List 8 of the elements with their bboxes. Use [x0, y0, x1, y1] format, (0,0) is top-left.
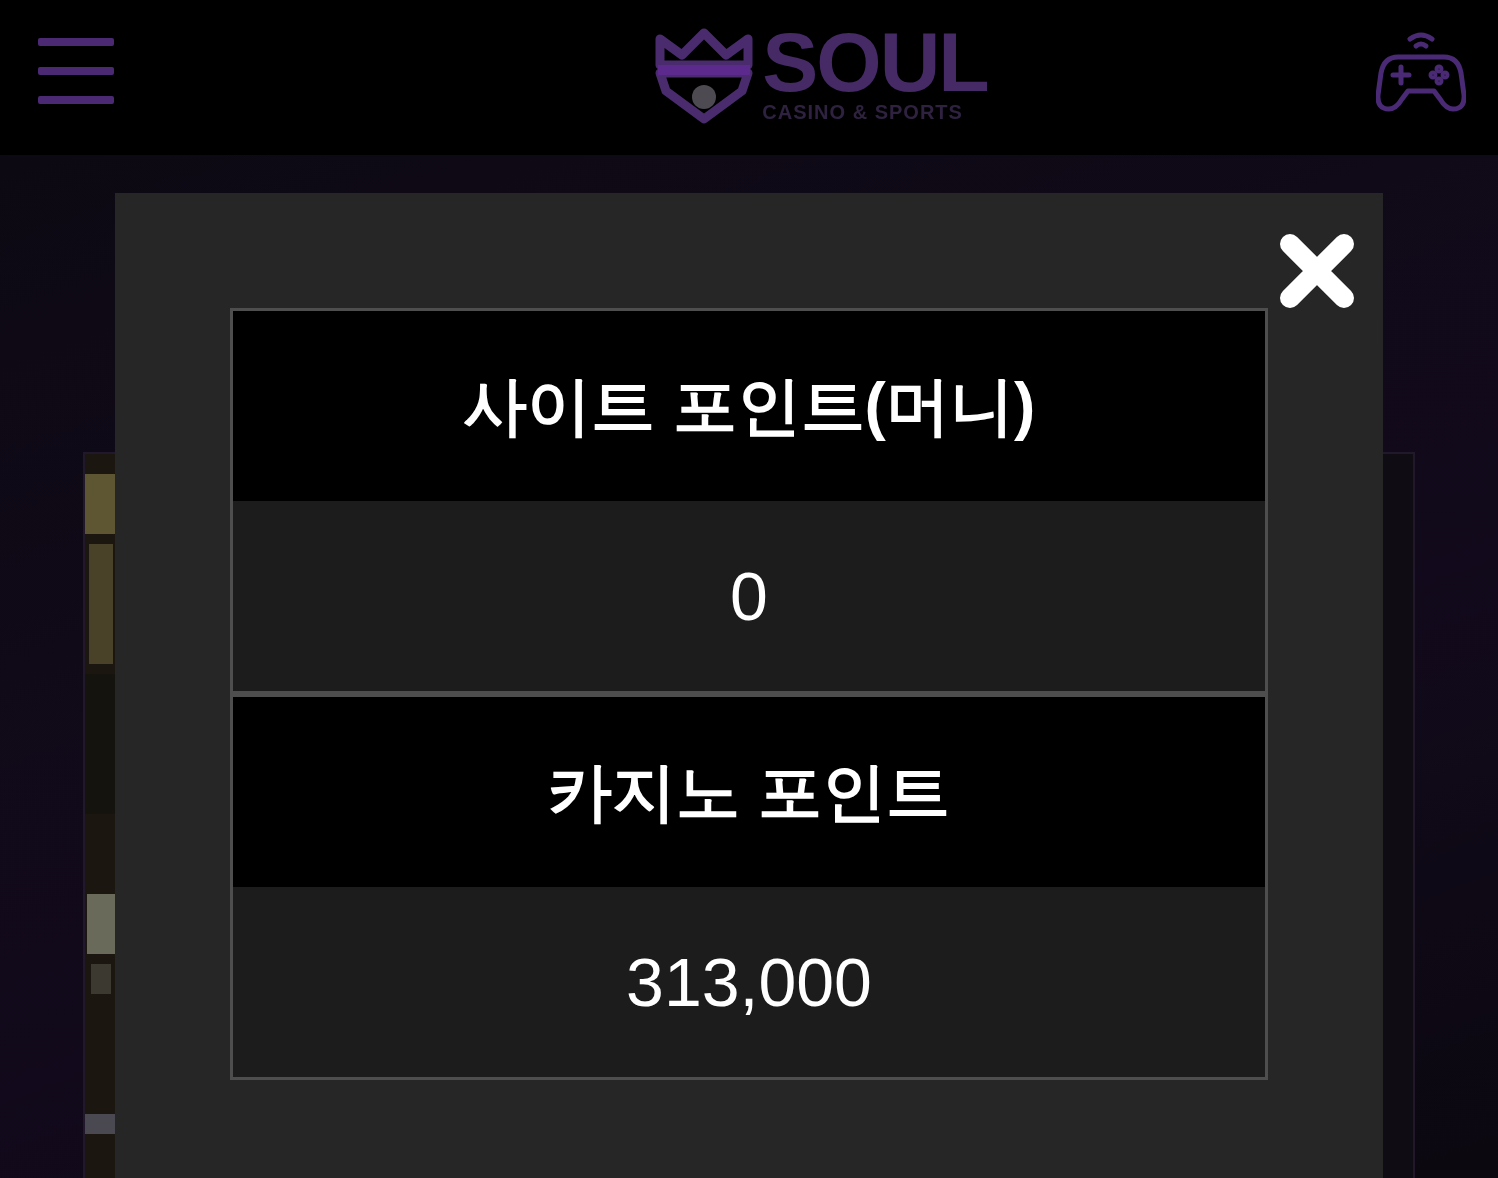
- menu-icon[interactable]: [38, 37, 114, 104]
- close-icon[interactable]: [1278, 232, 1356, 310]
- points-value: 313,000: [233, 887, 1265, 1077]
- points-value: 0: [233, 501, 1265, 691]
- points-label: 사이트 포인트(머니): [233, 311, 1265, 501]
- points-label: 카지노 포인트: [233, 697, 1265, 887]
- logo-title: SOUL: [762, 25, 988, 101]
- logo-subtitle: CASINO & SPORTS: [762, 100, 964, 124]
